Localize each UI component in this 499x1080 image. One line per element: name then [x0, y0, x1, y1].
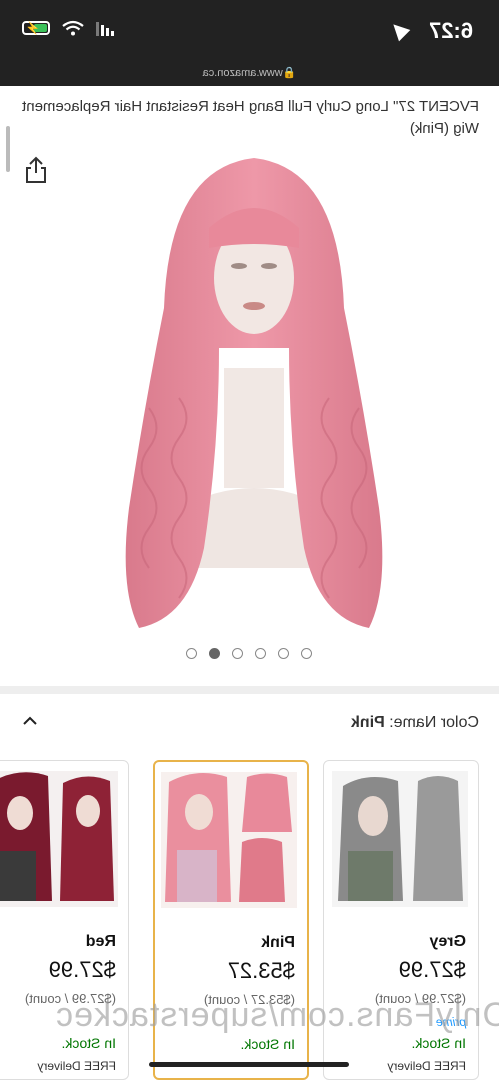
swatch-name: Red: [85, 933, 116, 950]
signal-bars-icon: [96, 20, 114, 36]
phone-screen: 6:27 ⚡ 🔒 www.amazon.ca FVCENT 27" Long C…: [0, 0, 499, 1080]
watermark-text: OnlyFans.com/superstackec: [55, 996, 499, 1034]
product-page: FVCENT 27" Long Curly Full Bang Heat Res…: [0, 86, 499, 1080]
share-icon[interactable]: [24, 156, 48, 184]
carousel-dot[interactable]: [186, 648, 198, 659]
swatch-image-pink: [161, 772, 297, 908]
wifi-icon: [62, 20, 84, 36]
product-title: FVCENT 27" Long Curly Full Bang Heat Res…: [22, 98, 479, 137]
swatch-price: $53.27: [227, 958, 295, 983]
swatch-price: $27.99: [48, 957, 116, 982]
image-carousel-dots[interactable]: [0, 648, 499, 659]
swatch-image-grey: [332, 771, 468, 907]
chevron-up-icon[interactable]: [23, 714, 37, 728]
swatch-name: Pink: [261, 934, 295, 951]
battery-charging-icon: ⚡: [22, 21, 50, 35]
carousel-dot[interactable]: [278, 648, 290, 659]
swatch-image-red: [0, 771, 118, 907]
status-bar: 6:27 ⚡: [0, 0, 499, 62]
stock-status: In Stock.: [240, 1036, 295, 1052]
location-arrow-icon: [387, 18, 411, 42]
status-icons: ⚡: [22, 20, 114, 36]
stock-status: In Stock.: [61, 1035, 116, 1051]
scrollbar[interactable]: [6, 126, 10, 172]
delivery-info: FREE Delivery: [37, 1059, 116, 1073]
status-time: 6:27: [428, 18, 473, 43]
url-bar[interactable]: 🔒 www.amazon.ca: [0, 62, 499, 86]
carousel-dot[interactable]: [232, 648, 244, 659]
color-name-label: Color Name: Pink: [350, 714, 479, 731]
product-image-wig[interactable]: [109, 148, 399, 648]
color-selector-header[interactable]: Color Name: Pink: [19, 712, 479, 742]
carousel-dot[interactable]: [255, 648, 267, 659]
stock-status: In Stock.: [411, 1035, 466, 1051]
section-divider: [0, 686, 499, 694]
lock-icon: 🔒: [282, 67, 297, 79]
carousel-dot[interactable]: [301, 648, 313, 659]
color-name-value: Pink: [350, 714, 385, 731]
swatch-price: $27.99: [398, 957, 466, 982]
carousel-dot-active[interactable]: [209, 648, 221, 659]
swatch-name: Grey: [429, 933, 466, 950]
home-indicator[interactable]: [149, 1062, 349, 1067]
url-text: www.amazon.ca: [202, 67, 283, 79]
delivery-info: FREE Delivery: [387, 1059, 466, 1073]
